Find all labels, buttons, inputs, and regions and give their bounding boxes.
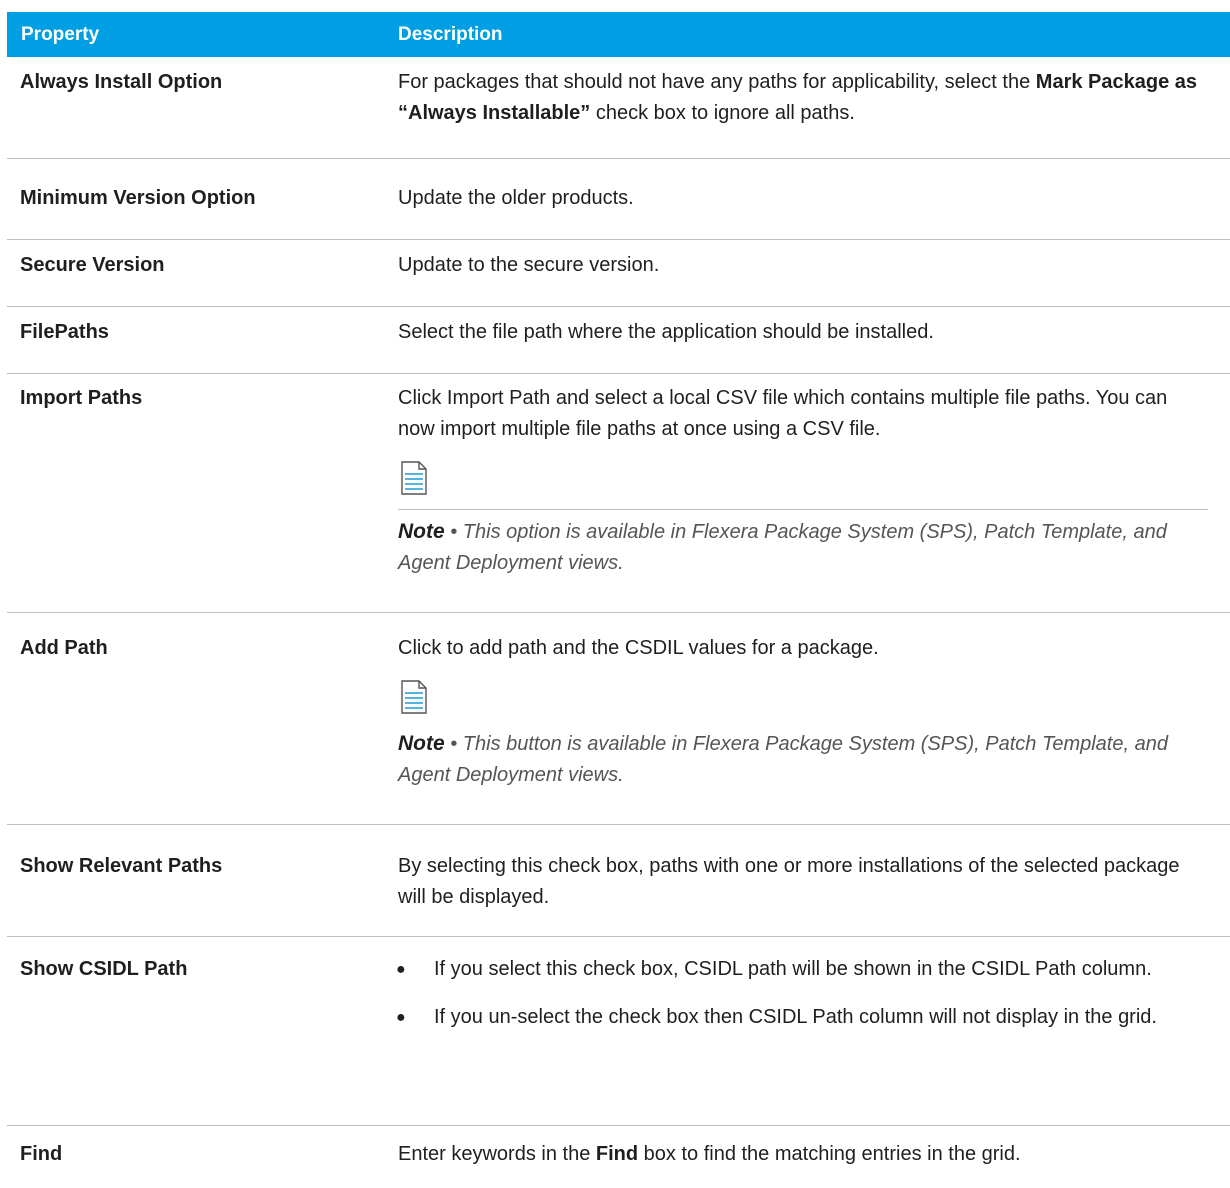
properties-table: Property Description Always Install Opti…: [7, 12, 1230, 1165]
note-label: Note: [398, 732, 445, 755]
description-cell: For packages that should not have any pa…: [384, 67, 1230, 129]
ui-label-bold: Find: [595, 1143, 639, 1165]
note-label: Note: [398, 520, 445, 543]
table-row: Show CSIDL Path ● If you select this che…: [7, 954, 1230, 1033]
note-document-icon: [400, 461, 1208, 505]
description-cell: ● If you select this check box, CSIDL pa…: [384, 954, 1230, 1033]
property-cell: Secure Version: [20, 254, 165, 276]
table-row: Secure Version Update to the secure vers…: [7, 250, 1230, 281]
note-block: Note • This option is available in Flexe…: [398, 461, 1208, 579]
bullet-icon: ●: [396, 1009, 406, 1026]
row-divider: [7, 1125, 1230, 1126]
table-row: FilePaths Select the file path where the…: [7, 317, 1230, 348]
property-cell: Import Paths: [20, 387, 143, 409]
description-text: check box to ignore all paths.: [590, 102, 855, 124]
description-text: For packages that should not have any pa…: [398, 71, 1036, 93]
bullet-text: If you un-select the check box then CSID…: [434, 1006, 1157, 1028]
row-divider: [7, 158, 1230, 159]
row-divider: [7, 936, 1230, 937]
description-cell: Update the older products.: [398, 187, 634, 209]
note-body: • This button is available in Flexera Pa…: [398, 733, 1168, 786]
table-row: Find Enter keywords in the Find box to f…: [7, 1139, 1230, 1170]
bullet-icon: ●: [396, 961, 406, 978]
property-cell: FilePaths: [20, 321, 109, 343]
description-cell: By selecting this check box, paths with …: [398, 855, 1180, 908]
description-text: Click Import Path and select a local CSV…: [398, 387, 1168, 440]
list-item: ● If you un-select the check box then CS…: [384, 1002, 1208, 1033]
row-divider: [7, 239, 1230, 240]
property-cell: Show CSIDL Path: [20, 958, 188, 980]
row-divider: [7, 824, 1230, 825]
table-header: Property Description: [7, 12, 1230, 57]
table-row: Import Paths Click Import Path and selec…: [7, 383, 1230, 579]
note-text: Note • This button is available in Flexe…: [398, 728, 1208, 791]
header-property: Property: [21, 23, 100, 45]
note-document-icon: [400, 680, 1208, 724]
description-cell: Update to the secure version.: [398, 254, 660, 276]
table-row: Always Install Option For packages that …: [7, 67, 1230, 129]
property-cell: Show Relevant Paths: [20, 855, 223, 877]
table-row: Add Path Click to add path and the CSDIL…: [7, 633, 1230, 791]
header-description: Description: [398, 23, 503, 45]
row-divider: [7, 612, 1230, 613]
property-cell: Minimum Version Option: [20, 187, 256, 209]
note-block: Note • This button is available in Flexe…: [398, 680, 1208, 791]
note-divider: [398, 509, 1208, 510]
row-divider: [7, 373, 1230, 374]
property-cell: Add Path: [20, 637, 108, 659]
description-cell: Click to add path and the CSDIL values f…: [384, 633, 1230, 791]
description-text: box to find the matching entries in the …: [638, 1143, 1021, 1165]
description-cell: Select the file path where the applicati…: [398, 321, 934, 343]
table-row: Show Relevant Paths By selecting this ch…: [7, 851, 1230, 913]
description-text: Enter keywords in the: [398, 1143, 596, 1165]
description-cell: Enter keywords in the Find box to find t…: [384, 1139, 1230, 1170]
table-row: Minimum Version Option Update the older …: [7, 183, 1230, 214]
description-text: Click to add path and the CSDIL values f…: [398, 637, 879, 659]
row-divider: [7, 306, 1230, 307]
note-text: Note • This option is available in Flexe…: [398, 516, 1208, 579]
property-cell: Find: [20, 1143, 63, 1165]
bullet-text: If you select this check box, CSIDL path…: [434, 958, 1152, 980]
note-body: • This option is available in Flexera Pa…: [398, 521, 1167, 574]
description-cell: Click Import Path and select a local CSV…: [384, 383, 1230, 579]
property-cell: Always Install Option: [20, 71, 223, 93]
list-item: ● If you select this check box, CSIDL pa…: [384, 954, 1208, 985]
